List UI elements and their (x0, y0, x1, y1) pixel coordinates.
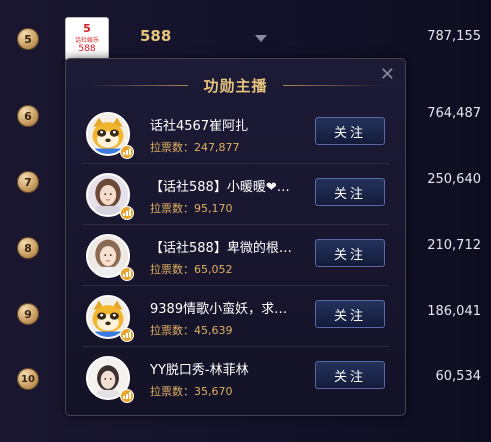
live-level-icon (120, 328, 134, 342)
vote-count: 拉票数：95,170 (150, 202, 233, 215)
follow-button[interactable]: 关注 (315, 361, 385, 389)
live-level-icon (120, 206, 134, 220)
score-value: 787,155 (427, 29, 481, 44)
anchor-item[interactable]: 【话社588】小暖暖❤… 拉票数：95,170 关注 (66, 164, 405, 225)
anchor-name[interactable]: YY脱口秀-林菲林 (150, 359, 300, 378)
vote-count: 拉票数：247,877 (150, 141, 240, 154)
rank-badge: 10 (17, 368, 39, 390)
score-value: 186,041 (427, 304, 481, 319)
live-level-icon (120, 267, 134, 281)
logo-text: 话社娱乐 (74, 37, 99, 44)
rank-badge: 8 (17, 237, 39, 259)
anchor-item[interactable]: 话社4567崔阿扎 拉票数：247,877 关注 (66, 103, 405, 164)
vote-count: 拉票数：35,670 (150, 385, 233, 398)
anchor-name[interactable]: 【话社588】小暖暖❤… (150, 176, 300, 195)
follow-button[interactable]: 关注 (315, 239, 385, 267)
anchor-name[interactable]: 9389情歌小蛮妖，求… (150, 298, 300, 317)
rank-badge: 9 (17, 303, 39, 325)
score-value: 250,640 (427, 172, 481, 187)
live-level-icon (120, 145, 134, 159)
rank-badge: 5 (17, 28, 39, 50)
logo-mark: 5 (83, 22, 91, 35)
anchor-name[interactable]: 【话社588】卑微的根… (150, 237, 300, 256)
channel-logo[interactable]: 5 话社娱乐 588 (65, 17, 109, 61)
anchor-item[interactable]: YY脱口秀-林菲林 拉票数：35,670 关注 (66, 347, 405, 408)
follow-button[interactable]: 关注 (315, 300, 385, 328)
top-anchors-popup: 功勋主播 ✕ 话社4567崔阿扎 拉票数：247,877 关注 【话社588】小… (65, 58, 406, 416)
score-value: 210,712 (427, 238, 481, 253)
chevron-down-icon[interactable] (255, 35, 267, 42)
title-divider-right (283, 85, 383, 86)
anchor-name[interactable]: 话社4567崔阿扎 (150, 115, 300, 134)
channel-number[interactable]: 588 (140, 27, 171, 45)
follow-button[interactable]: 关注 (315, 117, 385, 145)
follow-button[interactable]: 关注 (315, 178, 385, 206)
close-icon[interactable]: ✕ (380, 66, 395, 84)
score-value: 60,534 (435, 369, 482, 384)
rank-badge: 6 (17, 105, 39, 127)
rank-badge: 7 (17, 171, 39, 193)
anchor-item[interactable]: 【话社588】卑微的根… 拉票数：65,052 关注 (66, 225, 405, 286)
logo-number: 588 (78, 44, 96, 54)
score-value: 764,487 (427, 106, 481, 121)
vote-count: 拉票数：45,639 (150, 324, 233, 337)
anchor-item[interactable]: 9389情歌小蛮妖，求… 拉票数：45,639 关注 (66, 286, 405, 347)
live-level-icon (120, 389, 134, 403)
vote-count: 拉票数：65,052 (150, 263, 233, 276)
